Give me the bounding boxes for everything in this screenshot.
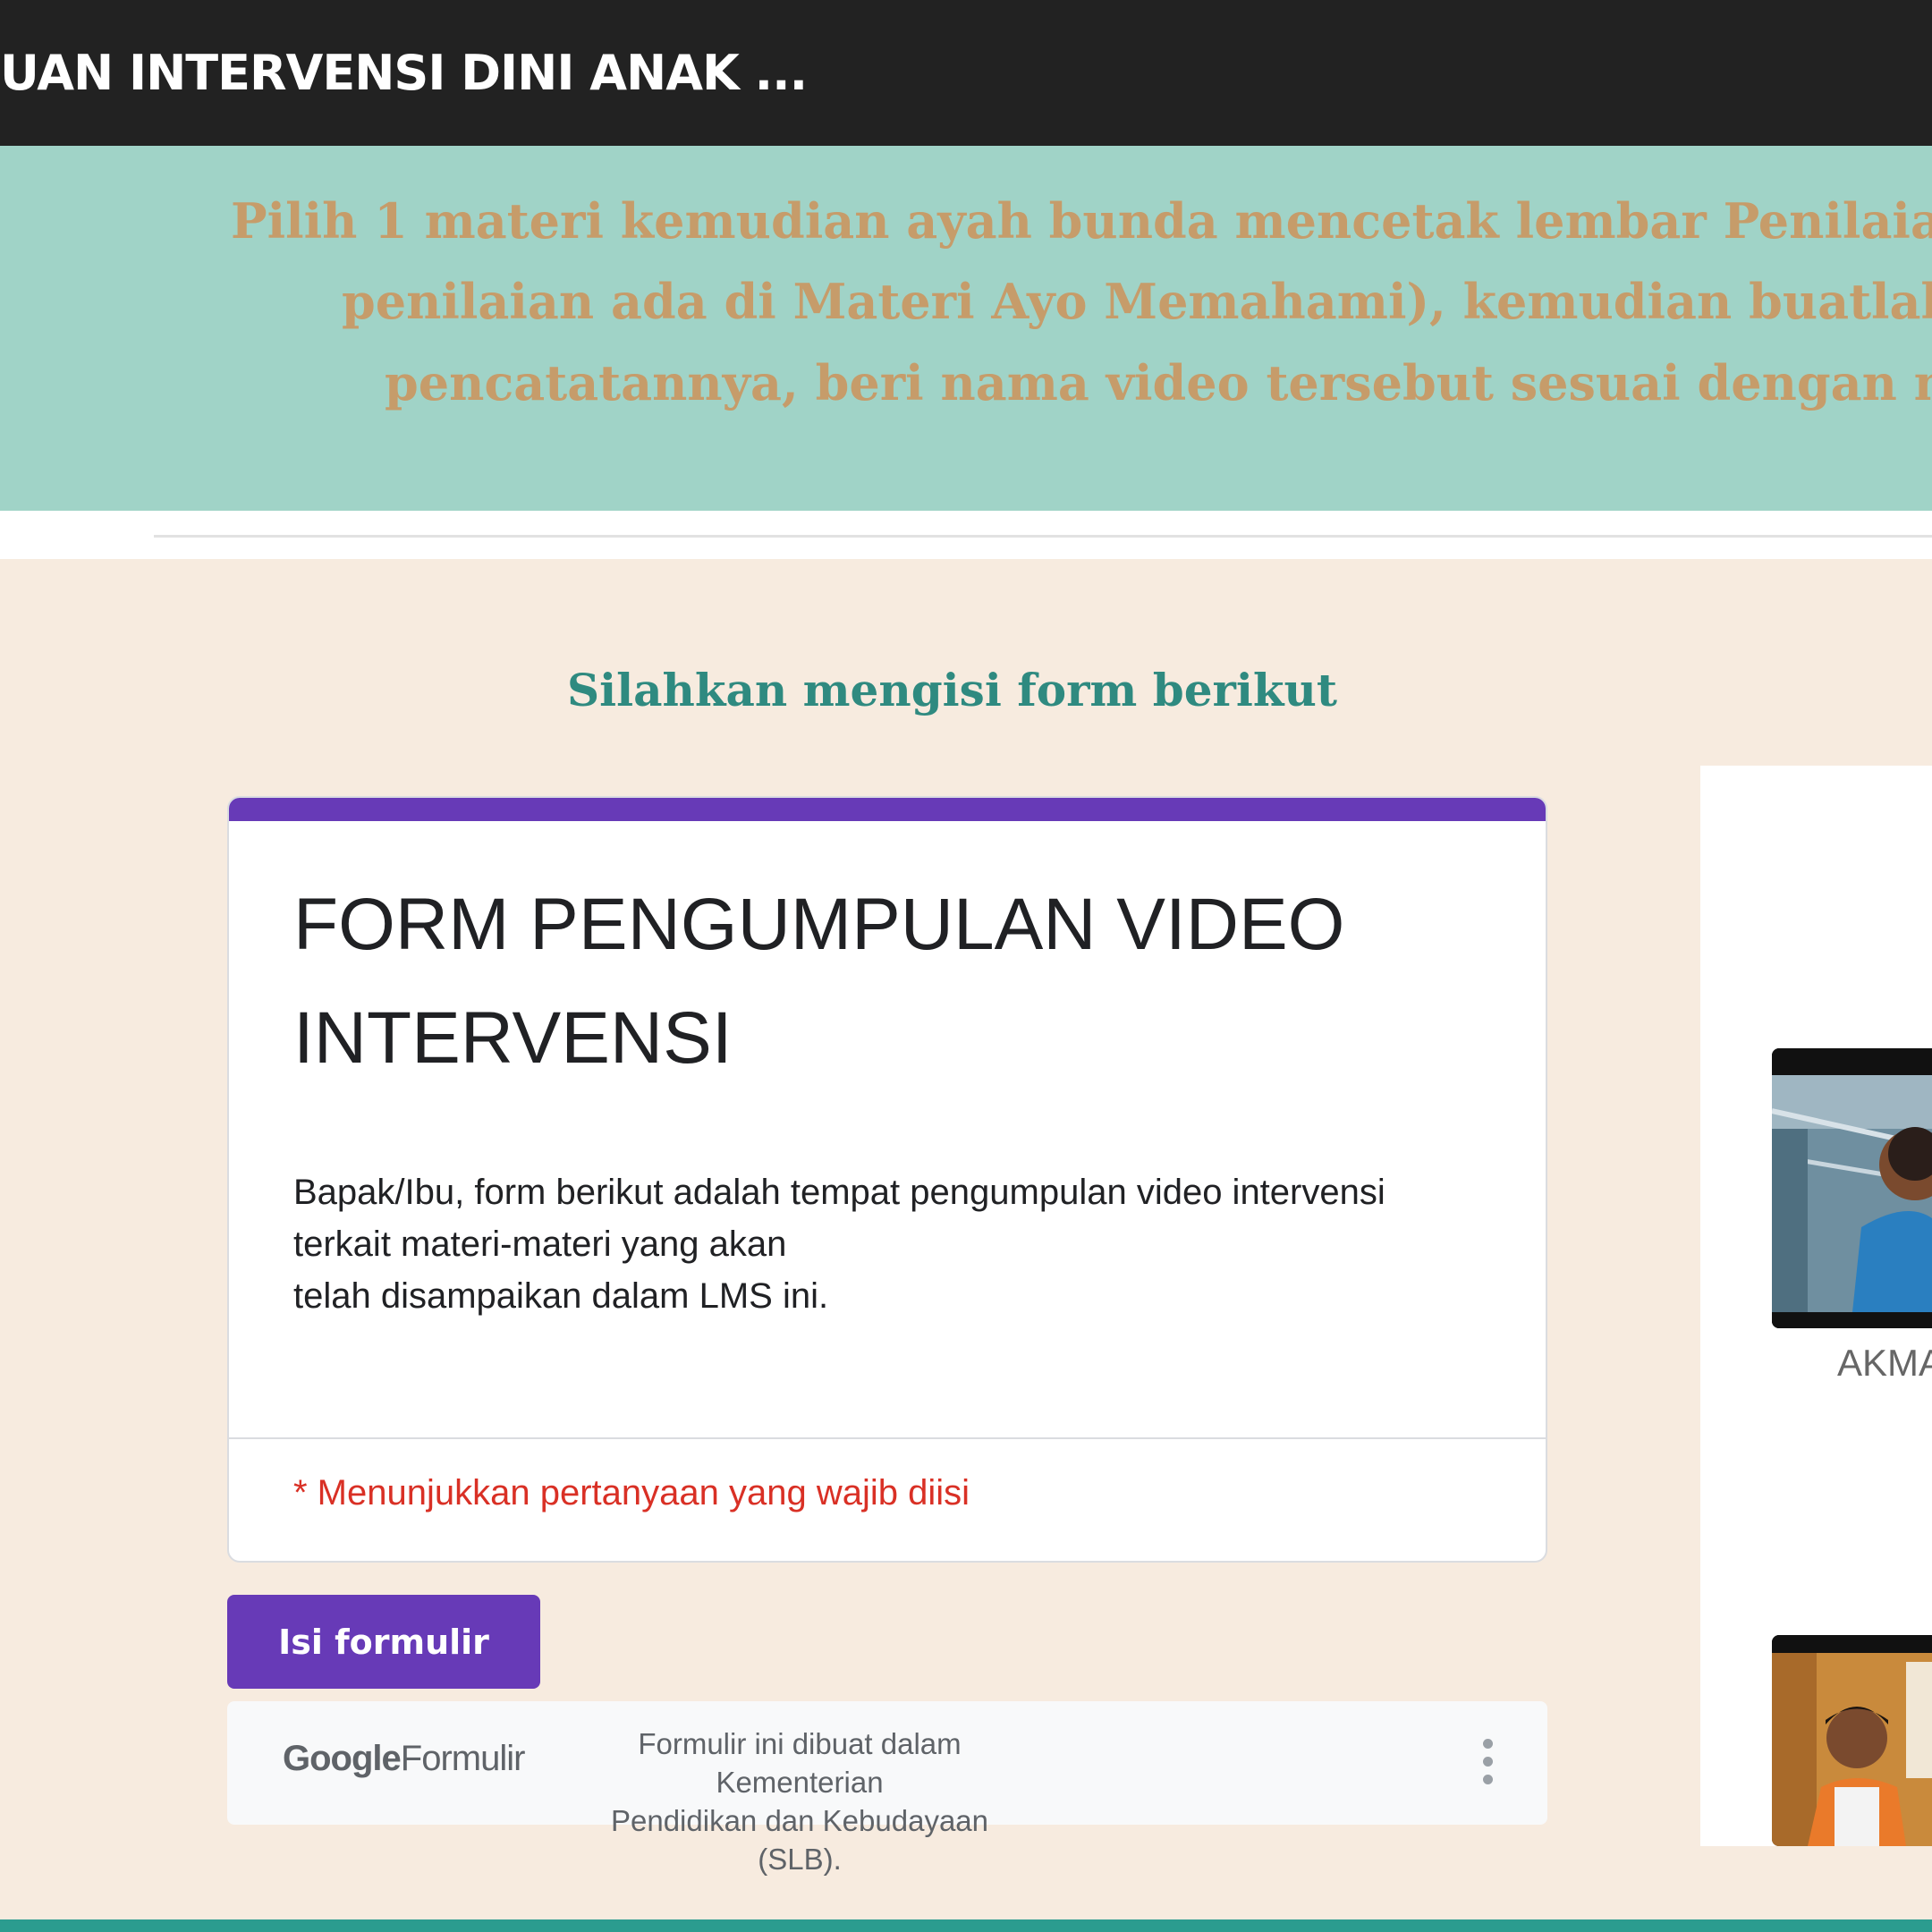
more-vertical-icon[interactable] bbox=[1470, 1735, 1506, 1789]
form-description-line: Bapak/Ibu, form berikut adalah tempat pe… bbox=[293, 1173, 1385, 1212]
form-footer-note: Formulir ini dibuat dalam Kementerian Pe… bbox=[567, 1724, 1032, 1878]
google-forms-logo[interactable]: GoogleFormulir bbox=[283, 1739, 526, 1779]
instruction-line-2: penilaian ada di Materi Ayo Memahami), k… bbox=[342, 273, 1932, 330]
video-thumbnail[interactable] bbox=[1772, 1048, 1932, 1328]
video-side-panel: AKMA bbox=[1700, 766, 1932, 1846]
instruction-banner: Pilih 1 materi kemudian ayah bunda mence… bbox=[0, 146, 1932, 511]
fill-form-button[interactable]: Isi formulir bbox=[227, 1595, 540, 1689]
section-divider bbox=[0, 511, 1932, 559]
site-header: UAN INTERVENSI DINI ANAK ... bbox=[0, 0, 1932, 146]
site-title[interactable]: UAN INTERVENSI DINI ANAK ... bbox=[0, 45, 808, 101]
form-section-heading: Silahkan mengisi form berikut bbox=[567, 664, 1337, 716]
form-description-line: terkait materi-materi yang akan bbox=[293, 1224, 787, 1264]
form-footer-note-line: Pendidikan dan Kebudayaan (SLB). bbox=[610, 1804, 989, 1876]
video-thumbnail[interactable] bbox=[1772, 1635, 1932, 1846]
form-footer: GoogleFormulir Formulir ini dibuat dalam… bbox=[227, 1701, 1547, 1876]
video-thumbnail-image bbox=[1772, 1635, 1932, 1846]
form-footer-note-line: Formulir ini dibuat dalam Kementerian bbox=[638, 1727, 962, 1799]
form-description: Bapak/Ibu, form berikut adalah tempat pe… bbox=[293, 1166, 1510, 1322]
divider-line bbox=[154, 535, 1932, 538]
bottom-bar bbox=[0, 1919, 1932, 1932]
form-card-divider bbox=[229, 1437, 1546, 1439]
google-wordmark: Google bbox=[283, 1739, 402, 1778]
required-note: * Menunjukkan pertanyaan yang wajib diis… bbox=[293, 1473, 970, 1513]
form-accent-bar bbox=[229, 798, 1546, 821]
forms-wordmark: Formulir bbox=[400, 1739, 526, 1778]
instruction-line-3: pencatatannya, beri nama video tersebut … bbox=[385, 354, 1932, 411]
instruction-line-1: Pilih 1 materi kemudian ayah bunda mence… bbox=[231, 192, 1932, 250]
video-label[interactable]: AKMA bbox=[1837, 1342, 1932, 1385]
video-thumbnail-image bbox=[1772, 1048, 1932, 1328]
form-description-line: telah disampaikan dalam LMS ini. bbox=[293, 1276, 829, 1316]
form-title: FORM PENGUMPULAN VIDEO INTERVENSI bbox=[293, 884, 1345, 1079]
google-form-card: FORM PENGUMPULAN VIDEO INTERVENSI Bapak/… bbox=[227, 796, 1547, 1563]
